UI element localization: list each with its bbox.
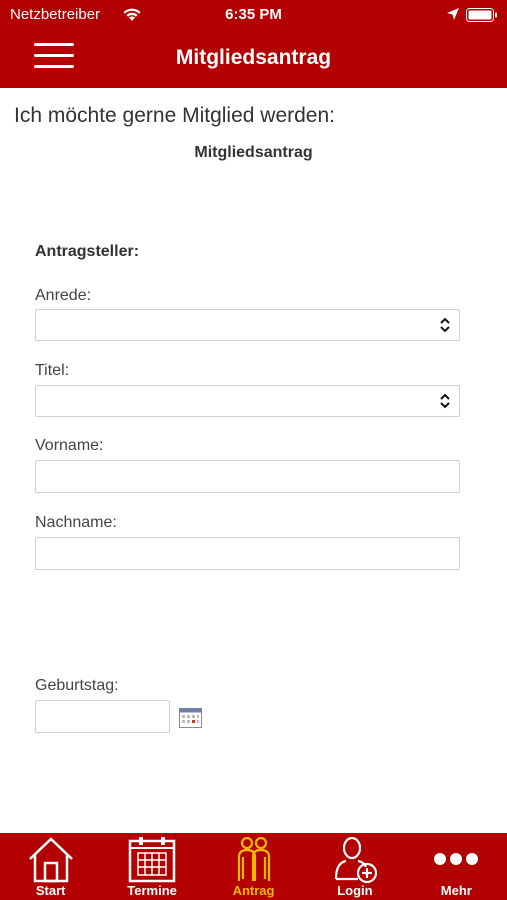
- tab-antrag[interactable]: Antrag: [203, 833, 304, 900]
- tab-login[interactable]: Login: [304, 833, 405, 900]
- calendar-icon: [128, 837, 176, 883]
- house-icon: [28, 837, 73, 883]
- location-arrow-icon: [447, 8, 459, 20]
- status-time: 6:35 PM: [225, 6, 282, 23]
- form-title: Mitgliedsantrag: [194, 144, 313, 161]
- vorname-input[interactable]: [35, 460, 460, 493]
- nachname-label: Nachname:: [35, 514, 117, 531]
- status-bar: Netzbetreiber 6:35 PM: [0, 0, 507, 30]
- nachname-input[interactable]: [35, 537, 460, 570]
- titel-label: Titel:: [35, 362, 70, 379]
- more-dots-icon: [434, 853, 479, 865]
- anrede-label: Anrede:: [35, 287, 92, 304]
- tab-label: Start: [35, 883, 66, 898]
- titel-select[interactable]: [35, 385, 460, 417]
- select-arrows-icon: [440, 393, 450, 409]
- page-title: Mitgliedsantrag: [175, 46, 332, 69]
- tab-termine[interactable]: Termine: [101, 833, 202, 900]
- nav-bar: Mitgliedsantrag: [0, 30, 507, 88]
- intro-text: Ich möchte gerne Mitglied werden:: [14, 104, 335, 127]
- tab-label: Login: [337, 883, 373, 898]
- battery-icon: [466, 8, 497, 22]
- geburtstag-input[interactable]: [35, 700, 170, 733]
- tab-mehr[interactable]: Mehr: [406, 833, 507, 900]
- anrede-select[interactable]: [35, 309, 460, 341]
- section-label-applicant: Antragsteller:: [35, 243, 140, 260]
- people-icon: [237, 836, 270, 881]
- geburtstag-label: Geburtstag:: [35, 677, 119, 694]
- tab-label: Antrag: [232, 883, 275, 898]
- tab-label: Termine: [127, 883, 177, 898]
- user-add-icon: [334, 836, 378, 883]
- vorname-label: Vorname:: [35, 437, 104, 454]
- tab-label: Mehr: [440, 883, 472, 898]
- date-picker-icon[interactable]: [179, 708, 202, 728]
- tab-bar: Start Termine Antrag Login Mehr: [0, 833, 507, 900]
- tab-start[interactable]: Start: [0, 833, 101, 900]
- select-arrows-icon: [440, 317, 450, 333]
